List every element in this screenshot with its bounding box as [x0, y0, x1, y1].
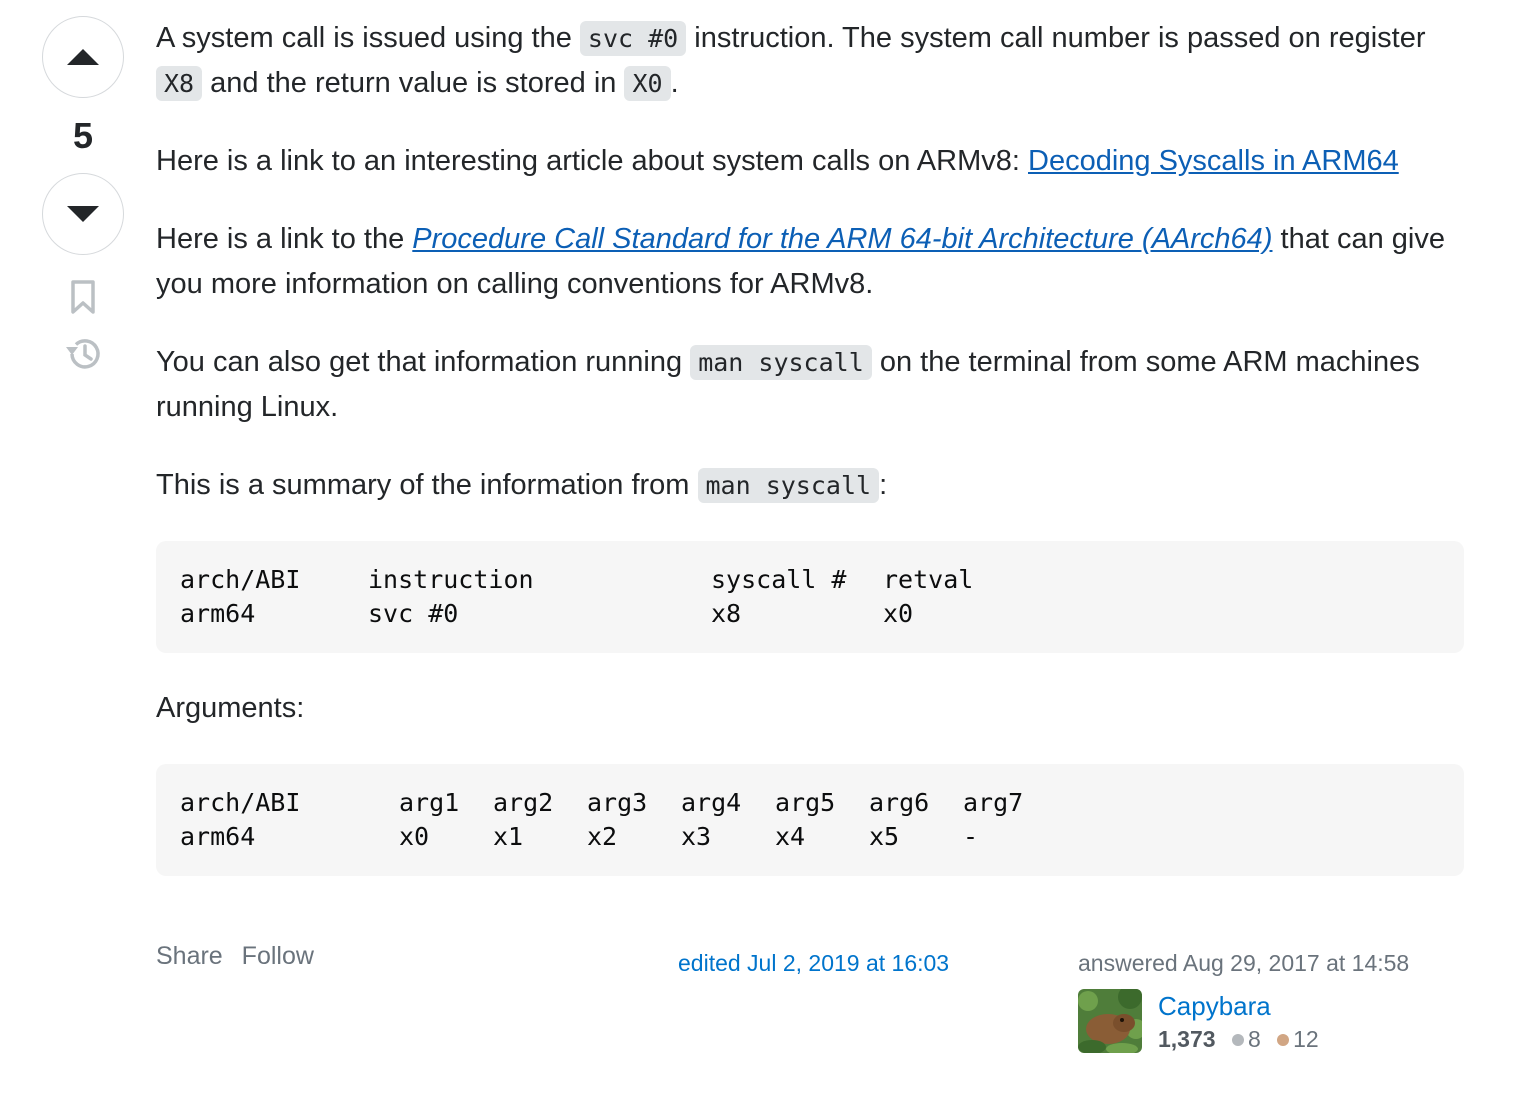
inline-code: man syscall [690, 345, 872, 380]
share-link[interactable]: Share [156, 942, 223, 970]
paragraph: A system call is issued using the svc #0… [156, 16, 1464, 106]
history-button[interactable] [42, 335, 124, 373]
code-row: arch/ABI arg1 arg2 arg3 arg4 arg5 arg6 arg7 [180, 786, 1440, 820]
reputation-score: 1,373 [1158, 1026, 1216, 1052]
inline-code: X8 [156, 66, 203, 101]
paragraph: Here is a link to the Procedure Call Sta… [156, 217, 1464, 307]
code-cell: svc #0 [368, 599, 459, 628]
text: instruction. The system call number is p… [686, 22, 1426, 54]
pcs-link[interactable]: Procedure Call Standard for the ARM 64-b… [412, 223, 1272, 255]
code-cell: arg5 [775, 788, 836, 817]
code-cell: arch/ABI [180, 565, 301, 594]
arguments-code-block: arch/ABI arg1 arg2 arg3 arg4 arg5 arg6 arg7 arm6… [156, 764, 1464, 876]
history-icon [66, 339, 100, 369]
user-details: Capybara 1,373 8 12 [1158, 989, 1319, 1055]
inline-code: X0 [624, 66, 671, 101]
text: and the return value is stored in [202, 67, 625, 99]
avatar[interactable] [1078, 989, 1142, 1053]
text: You can also get that information runnin… [156, 346, 691, 378]
code-cell: - [963, 822, 979, 851]
code-cell: arm64 [180, 822, 256, 851]
text: : [879, 469, 888, 501]
code-cell: arg4 [681, 788, 742, 817]
article-link[interactable]: Decoding Syscalls in ARM64 [1028, 145, 1399, 177]
silver-badge-count: 8 [1247, 1026, 1261, 1052]
follow-link[interactable]: Follow [242, 942, 314, 970]
bookmark-icon [71, 280, 95, 314]
text: Here is a link to an interesting article… [156, 145, 1028, 177]
inline-code: svc #0 [579, 21, 687, 56]
vote-cell: 5 [42, 16, 124, 373]
code-cell: syscall # [711, 565, 847, 594]
code-cell: x3 [681, 822, 712, 851]
vote-count: 5 [72, 115, 94, 156]
code-cell: arg7 [963, 788, 1024, 817]
text: This is a summary of the information fro… [156, 469, 698, 501]
code-cell: arg1 [399, 788, 460, 817]
text: Here is a link to the [156, 223, 413, 255]
code-cell: arg6 [869, 788, 930, 817]
code-cell: x2 [587, 822, 618, 851]
code-cell: retval [883, 565, 974, 594]
paragraph: This is a summary of the information fro… [156, 463, 1464, 508]
code-cell: arg2 [493, 788, 554, 817]
code-cell: x5 [869, 822, 900, 851]
downvote-button[interactable] [42, 173, 124, 255]
code-cell: arg3 [587, 788, 648, 817]
answer-body: A system call is issued using the svc #0… [156, 16, 1464, 909]
arrow-up-icon [67, 49, 99, 65]
edited-link[interactable]: edited Jul 2, 2019 at 16:03 [678, 950, 949, 977]
syscall-code-block: arch/ABI instruction syscall # retval arm64 s… [156, 541, 1464, 653]
bookmark-button[interactable] [42, 279, 124, 315]
text: . [670, 67, 679, 99]
code-row: arm64 x0 x1 x2 x3 x4 x5 - [180, 820, 1440, 854]
code-cell: arm64 [180, 599, 256, 628]
paragraph: You can also get that information runnin… [156, 340, 1464, 430]
arguments-label: Arguments: [156, 692, 305, 724]
bronze-badge-icon [1277, 1034, 1290, 1046]
code-cell: x0 [883, 599, 914, 628]
code-cell: x8 [711, 599, 742, 628]
arrow-down-icon [67, 206, 99, 222]
bronze-badge-count: 12 [1293, 1026, 1319, 1052]
user-reputation: 1,373 8 12 [1158, 1023, 1319, 1055]
text: A system call is issued using the [156, 22, 580, 54]
code-cell: x0 [399, 822, 430, 851]
user-name[interactable]: Capybara [1158, 989, 1319, 1023]
code-row: arm64 svc #0 x8 x0 [180, 597, 1440, 631]
code-cell: arch/ABI [180, 788, 301, 817]
answered-time: answered Aug 29, 2017 at 14:58 [1078, 950, 1410, 976]
code-row: arch/ABI instruction syscall # retval [180, 563, 1440, 597]
inline-code: man syscall [697, 468, 880, 503]
silver-badge-icon [1231, 1034, 1244, 1046]
code-cell: x4 [775, 822, 806, 851]
user-info: Capybara 1,373 8 12 [1078, 989, 1438, 1055]
post-menu: Share Follow [156, 942, 326, 971]
upvote-button[interactable] [42, 16, 124, 98]
code-cell: instruction [368, 565, 534, 594]
paragraph: Here is a link to an interesting article… [156, 139, 1464, 184]
code-cell: x1 [493, 822, 524, 851]
user-card: answered Aug 29, 2017 at 14:58 Capybara … [1078, 950, 1438, 1055]
